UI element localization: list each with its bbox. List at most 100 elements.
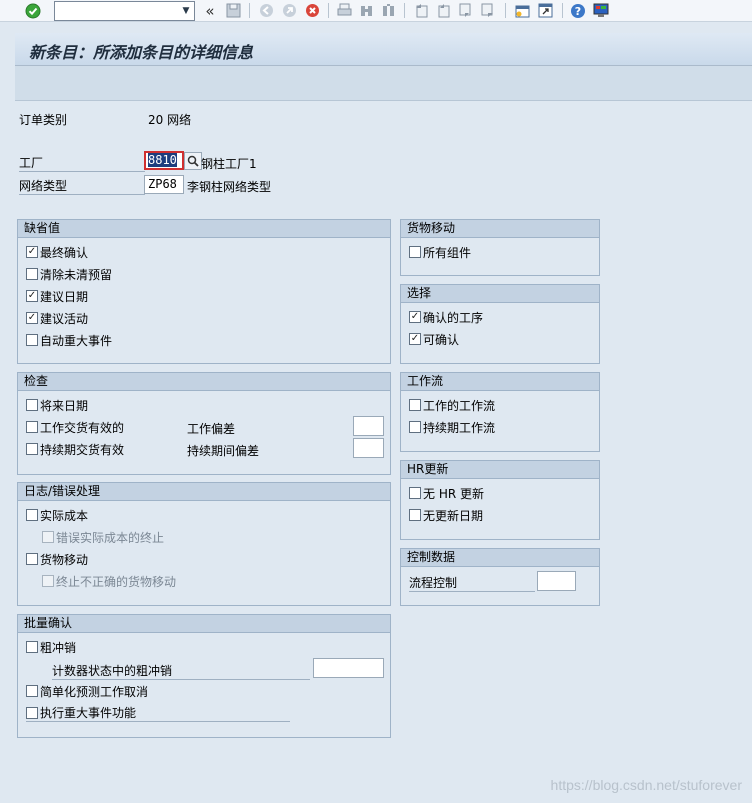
help-icon[interactable]: ? — [569, 2, 587, 19]
checkbox[interactable] — [26, 268, 38, 280]
checkbox[interactable]: ✓ — [409, 311, 421, 323]
back-double-icon[interactable]: « — [203, 2, 217, 20]
work-deviation-input[interactable] — [353, 416, 384, 436]
checkbox-label: 建议日期 — [40, 289, 89, 304]
customize-layout-icon[interactable] — [592, 2, 610, 19]
checkbox-all-components[interactable]: 所有组件 — [409, 243, 471, 261]
plant-value: 8810 — [148, 153, 177, 167]
checkbox-label: 清除未清预留 — [40, 267, 113, 282]
last-page-icon[interactable] — [478, 2, 496, 19]
exit-icon[interactable] — [280, 2, 298, 19]
log-error-group: 日志/错误处理 实际成本 错误实际成本的终止 货物移动 终止不正确的货物移动 — [17, 482, 391, 606]
watermark: https://blog.csdn.net/stuforever — [550, 777, 742, 793]
process-control-input[interactable] — [537, 571, 576, 591]
checkbox-label: 工作的工作流 — [423, 398, 496, 413]
checkbox[interactable] — [409, 399, 421, 411]
checkbox[interactable] — [26, 399, 38, 411]
checkbox[interactable]: ✓ — [26, 312, 38, 324]
checkbox[interactable] — [26, 509, 38, 521]
application-toolbar: ▼ « ? — [0, 0, 752, 22]
save-icon[interactable] — [224, 2, 242, 19]
checkbox-final-confirmation[interactable]: ✓ 最终确认 — [26, 243, 88, 261]
checkbox[interactable] — [26, 443, 38, 455]
checkbox[interactable] — [409, 487, 421, 499]
shortcut-icon[interactable] — [536, 2, 554, 19]
prev-page-icon[interactable] — [434, 2, 452, 19]
duration-deviation-label: 持续期间偏差 — [187, 444, 260, 458]
checkbox[interactable] — [26, 334, 38, 346]
search-help-icon[interactable] — [184, 152, 202, 170]
defaults-group: 缺省值 ✓ 最终确认 清除未清预留 ✓ 建议日期 ✓ 建议活动 自动重大事件 — [17, 219, 391, 364]
counter-rough-reversal-input[interactable] — [313, 658, 384, 678]
checkbox[interactable] — [26, 421, 38, 433]
find-next-icon[interactable] — [379, 2, 397, 19]
checkbox[interactable] — [42, 575, 54, 587]
defaults-title: 缺省值 — [18, 220, 390, 238]
checkbox[interactable] — [26, 641, 38, 653]
checkbox[interactable]: ✓ — [26, 290, 38, 302]
plant-field[interactable]: 8810 — [144, 151, 184, 170]
checkbox[interactable] — [26, 706, 38, 719]
checkbox-label: 粗冲销 — [40, 640, 77, 655]
control-data-group: 控制数据 流程控制 — [400, 548, 600, 606]
work-deviation-label: 工作偏差 — [187, 422, 236, 436]
checkbox-work-workflow[interactable]: 工作的工作流 — [409, 396, 495, 414]
checkbox[interactable] — [42, 531, 54, 543]
checkbox-future-date[interactable]: 将来日期 — [26, 396, 88, 414]
selection-title: 选择 — [401, 285, 599, 303]
checkbox[interactable] — [26, 685, 38, 697]
dropdown-arrow-icon[interactable]: ▼ — [178, 2, 194, 20]
checkbox-label: 实际成本 — [40, 508, 89, 523]
checkbox[interactable]: ✓ — [409, 333, 421, 345]
checkbox-propose-activities[interactable]: ✓ 建议活动 — [26, 309, 88, 327]
checkbox-duration-delivery-valid[interactable]: 持续期交货有效 — [26, 440, 124, 458]
checkbox-no-update-date[interactable]: 无更新日期 — [409, 506, 483, 524]
checkbox-goods-movement[interactable]: 货物移动 — [26, 550, 88, 568]
order-type-value: 20 网络 — [148, 113, 192, 127]
checkbox-clear-reservations[interactable]: 清除未清预留 — [26, 265, 112, 283]
print-icon[interactable] — [335, 2, 353, 19]
checkbox-label: 持续期交货有效 — [40, 442, 125, 457]
checkbox-work-delivery-valid[interactable]: 工作交货有效的 — [26, 418, 124, 436]
checkbox[interactable] — [409, 421, 421, 433]
checkbox-error-actual-cost-stop[interactable]: 错误实际成本的终止 — [42, 528, 164, 546]
checkbox-duration-workflow[interactable]: 持续期工作流 — [409, 418, 495, 436]
control-data-title: 控制数据 — [401, 549, 599, 567]
checkbox-label: 货物移动 — [40, 552, 89, 567]
checkbox-confirmed-operations[interactable]: ✓ 确认的工序 — [409, 308, 483, 326]
checkbox-milestone-function[interactable]: 执行重大事件功能 — [26, 704, 290, 722]
checkbox[interactable] — [409, 246, 421, 258]
checkbox[interactable]: ✓ — [26, 246, 38, 258]
checkbox[interactable] — [409, 509, 421, 521]
plant-description: 钢柱工厂1 — [201, 157, 257, 171]
screen-title: 新条目：所添加条目的详细信息 — [29, 43, 254, 62]
checkbox-label: 最终确认 — [40, 245, 89, 260]
back-icon[interactable] — [257, 2, 275, 19]
checkbox-label: 无 HR 更新 — [423, 486, 484, 501]
checkbox-label: 终止不正确的货物移动 — [56, 574, 177, 589]
screen-title-bar: 新条目：所添加条目的详细信息 — [15, 33, 752, 66]
cancel-icon[interactable] — [303, 2, 321, 19]
ok-icon[interactable] — [24, 2, 42, 19]
duration-deviation-input[interactable] — [353, 438, 384, 458]
workflow-title: 工作流 — [401, 373, 599, 391]
checkbox-actual-cost[interactable]: 实际成本 — [26, 506, 88, 524]
command-field[interactable]: ▼ — [54, 1, 195, 21]
next-page-icon[interactable] — [456, 2, 474, 19]
find-icon[interactable] — [357, 2, 375, 19]
new-session-icon[interactable] — [513, 2, 531, 19]
checkbox-rough-reversal[interactable]: 粗冲销 — [26, 638, 76, 656]
hr-update-title: HR更新 — [401, 461, 599, 479]
first-page-icon[interactable] — [412, 2, 430, 19]
checkbox-no-hr-update[interactable]: 无 HR 更新 — [409, 484, 484, 502]
checkbox-stop-incorrect-goods-movement[interactable]: 终止不正确的货物移动 — [42, 572, 176, 590]
checkbox-label: 错误实际成本的终止 — [56, 530, 165, 545]
order-type-label: 订单类别 — [19, 113, 68, 127]
checkbox-confirmable[interactable]: ✓ 可确认 — [409, 330, 459, 348]
network-type-field[interactable]: ZP68 — [144, 175, 184, 194]
checkbox-auto-milestone[interactable]: 自动重大事件 — [26, 331, 112, 349]
checkbox-propose-dates[interactable]: ✓ 建议日期 — [26, 287, 88, 305]
network-type-description: 李钢柱网络类型 — [187, 180, 272, 194]
checkbox[interactable] — [26, 553, 38, 565]
checkbox-simplified-cancel[interactable]: 简单化预测工作取消 — [26, 682, 148, 700]
